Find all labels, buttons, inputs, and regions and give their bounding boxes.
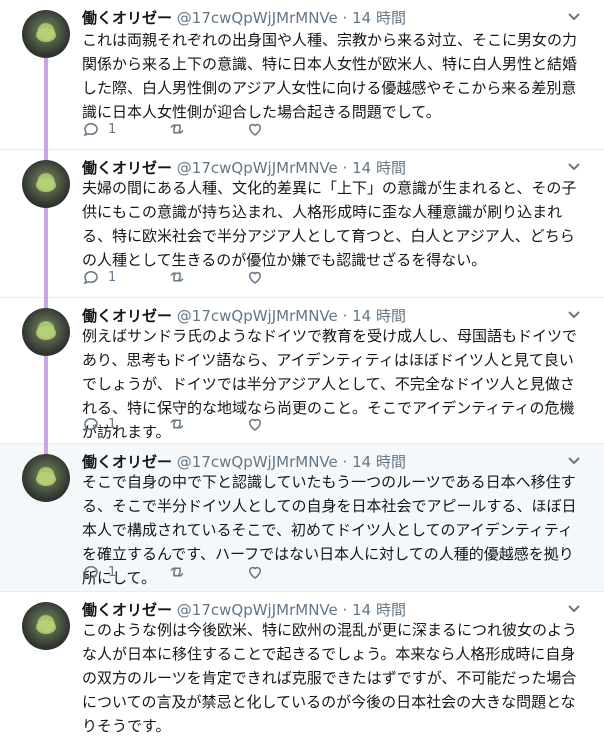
avatar[interactable] (22, 160, 70, 208)
reply-button[interactable]: 1 (82, 563, 116, 581)
retweet-icon (170, 419, 184, 429)
thread-line (44, 298, 48, 308)
timestamp[interactable]: 14 時間 (352, 307, 406, 325)
user-handle[interactable]: @17cwQpWjJMrMNVe (177, 453, 338, 471)
avatar[interactable] (22, 308, 70, 356)
tweet-actions: 1 (82, 119, 324, 139)
tweet-4[interactable]: 働くオリゼー @17cwQpWjJMrMNVe · 14 時間 そこで自身の中で… (0, 444, 604, 592)
thread-line (44, 150, 48, 160)
retweet-button[interactable] (168, 563, 194, 581)
retweet-button[interactable] (168, 120, 194, 138)
tweet-header: 働くオリゼー @17cwQpWjJMrMNVe · 14 時間 (82, 452, 584, 472)
separator-dot: · (342, 159, 348, 177)
reply-count: 1 (108, 564, 117, 580)
like-icon (249, 123, 262, 136)
reply-count: 1 (108, 416, 117, 432)
reply-icon (83, 565, 98, 580)
tweet-1[interactable]: 働くオリゼー @17cwQpWjJMrMNVe · 14 時間 これは両親それぞ… (0, 0, 604, 150)
display-name[interactable]: 働くオリゼー (82, 307, 172, 325)
display-name[interactable]: 働くオリゼー (82, 601, 172, 619)
user-handle[interactable]: @17cwQpWjJMrMNVe (177, 159, 338, 177)
like-icon (249, 271, 262, 284)
tweet-text: このような例は今後欧米、特に欧州の混乱が更に深まるにつれ彼女のような人が日本に移… (82, 621, 578, 735)
thread-line (44, 58, 48, 150)
avatar[interactable] (22, 454, 70, 502)
display-name[interactable]: 働くオリゼー (82, 453, 172, 471)
tweet-2[interactable]: 働くオリゼー @17cwQpWjJMrMNVe · 14 時間 夫婦の間にある人… (0, 150, 604, 298)
retweet-button[interactable] (168, 268, 194, 286)
tweet-text: 夫婦の間にある人種、文化的差異に「上下」の意識が生まれると、その子供にもこの意識… (82, 179, 577, 269)
chevron-down-icon[interactable] (566, 452, 582, 468)
reply-icon (83, 122, 98, 137)
reply-button[interactable]: 1 (82, 268, 116, 286)
retweet-icon (170, 272, 184, 282)
like-icon (249, 418, 262, 431)
timestamp[interactable]: 14 時間 (352, 601, 406, 619)
chevron-down-icon[interactable] (566, 8, 582, 24)
tweet-5[interactable]: 働くオリゼー @17cwQpWjJMrMNVe · 14 時間 このような例は今… (0, 592, 604, 735)
avatar[interactable] (22, 602, 70, 650)
tweet-header: 働くオリゼー @17cwQpWjJMrMNVe · 14 時間 (82, 158, 584, 178)
reply-button[interactable]: 1 (82, 415, 116, 433)
tweet-3[interactable]: 働くオリゼー @17cwQpWjJMrMNVe · 14 時間 例えばサンドラ氏… (0, 298, 604, 444)
user-handle[interactable]: @17cwQpWjJMrMNVe (177, 9, 338, 27)
thread-line (44, 208, 48, 298)
retweet-icon (170, 567, 184, 577)
user-handle[interactable]: @17cwQpWjJMrMNVe (177, 601, 338, 619)
like-button[interactable] (246, 268, 272, 286)
avatar[interactable] (22, 10, 70, 58)
tweet-thread: 働くオリゼー @17cwQpWjJMrMNVe · 14 時間 これは両親それぞ… (0, 0, 604, 735)
timestamp[interactable]: 14 時間 (352, 453, 406, 471)
reply-count: 1 (108, 269, 117, 285)
tweet-actions: 1 (82, 267, 324, 287)
retweet-icon (170, 124, 184, 134)
reply-icon (83, 270, 98, 285)
tweet-actions: 1 (82, 414, 324, 434)
like-button[interactable] (246, 120, 272, 138)
chevron-down-icon[interactable] (566, 158, 582, 174)
chevron-down-icon[interactable] (566, 306, 582, 322)
tweet-header: 働くオリゼー @17cwQpWjJMrMNVe · 14 時間 (82, 600, 584, 620)
reply-button[interactable]: 1 (82, 120, 116, 138)
separator-dot: · (342, 601, 348, 619)
tweet-header: 働くオリゼー @17cwQpWjJMrMNVe · 14 時間 (82, 306, 584, 326)
thread-line (44, 444, 48, 454)
tweet-actions: 1 (82, 562, 324, 582)
separator-dot: · (342, 453, 348, 471)
retweet-button[interactable] (168, 415, 194, 433)
thread-line (44, 356, 48, 444)
like-button[interactable] (246, 563, 272, 581)
tweet-text: これは両親それぞれの出身国や人種、宗教から来る対立、そこに男女の力関係から来る上… (82, 31, 578, 121)
like-icon (249, 566, 262, 579)
user-handle[interactable]: @17cwQpWjJMrMNVe (177, 307, 338, 325)
timestamp[interactable]: 14 時間 (352, 159, 406, 177)
like-button[interactable] (246, 415, 272, 433)
display-name[interactable]: 働くオリゼー (82, 9, 172, 27)
separator-dot: · (342, 307, 348, 325)
separator-dot: · (342, 9, 348, 27)
reply-icon (83, 417, 98, 432)
display-name[interactable]: 働くオリゼー (82, 159, 172, 177)
chevron-down-icon[interactable] (566, 600, 582, 616)
reply-count: 1 (108, 121, 117, 137)
tweet-header: 働くオリゼー @17cwQpWjJMrMNVe · 14 時間 (82, 8, 584, 28)
timestamp[interactable]: 14 時間 (352, 9, 406, 27)
